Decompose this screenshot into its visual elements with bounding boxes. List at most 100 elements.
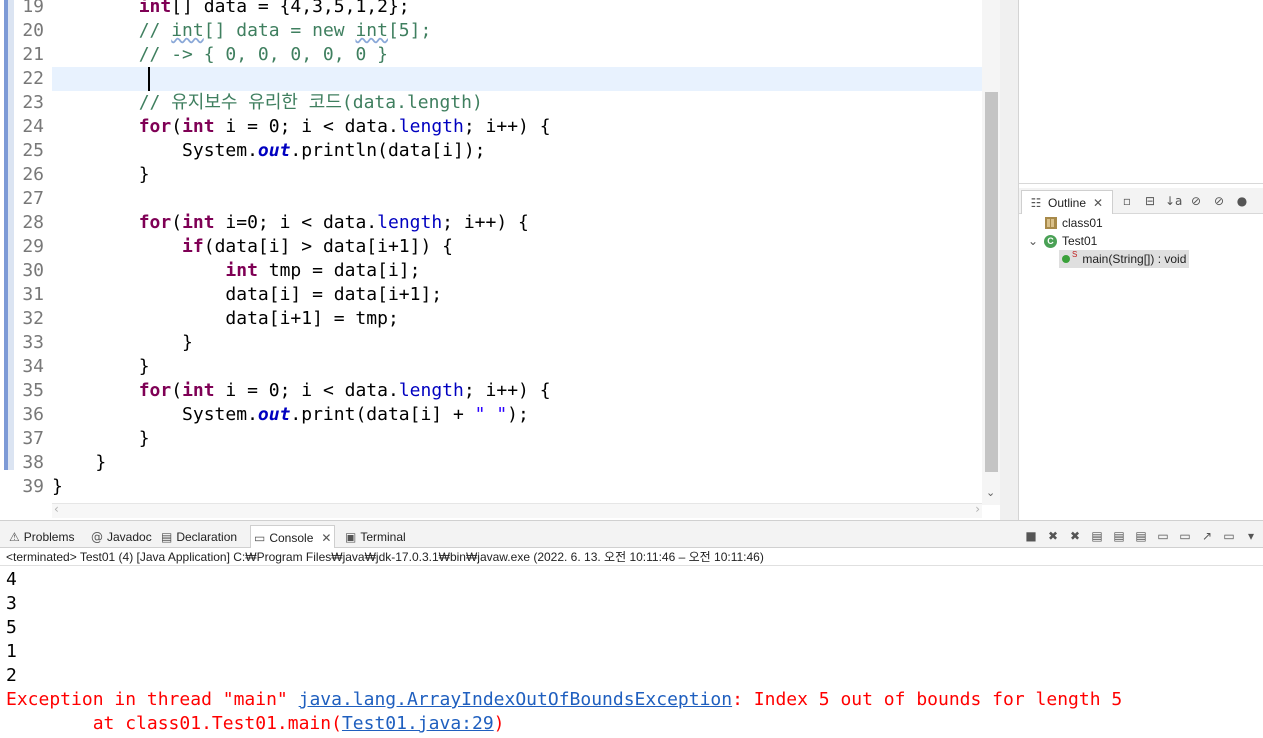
code-line[interactable]: } (52, 355, 982, 379)
line-number: 30 (22, 260, 44, 281)
line-number: 39 (22, 476, 44, 497)
code-line[interactable]: System.out.print(data[i] + " "); (52, 403, 982, 427)
package-icon (1045, 217, 1057, 229)
tab-terminal[interactable]: ▣ Terminal (342, 525, 409, 549)
outline-node-class[interactable]: ⌄ C Test01 (1027, 232, 1097, 250)
outline-node-label: class01 (1062, 216, 1103, 230)
tab-declaration[interactable]: ▤ Declaration (158, 525, 240, 549)
code-line[interactable]: if(data[i] > data[i+1]) { (52, 235, 982, 259)
console-toolbar: ■ ✖ ✖ ▤ ▤ ▤ ▭ ▭ ↗ ▭ ▾ (1023, 528, 1259, 544)
code-line[interactable]: int[] data = {4,3,5,1,2}; (52, 0, 982, 19)
console-toolbar-icon[interactable]: ▭ (1177, 528, 1193, 544)
scroll-down-icon[interactable]: ⌄ (986, 486, 995, 499)
scrollbar-thumb[interactable] (985, 92, 998, 472)
exception-prefix: Exception in thread "main" (6, 689, 299, 710)
code-line[interactable]: int tmp = data[i]; (52, 259, 982, 283)
tab-outline-label: Outline (1048, 195, 1087, 210)
static-modifier-icon: S (1072, 250, 1078, 259)
chevron-down-icon[interactable]: ⌄ (1027, 233, 1039, 249)
console-output-line: 2 (6, 665, 17, 686)
line-number: 21 (22, 44, 44, 65)
exception-line: Exception in thread "main" java.lang.Arr… (6, 688, 1256, 712)
console-toolbar-icon[interactable]: ✖ (1067, 528, 1083, 544)
terminal-icon: ▣ (345, 530, 357, 544)
tab-javadoc[interactable]: @ Javadoc (88, 525, 155, 549)
outline-toolbar-icon[interactable]: ⋮ (1257, 193, 1263, 209)
console-toolbar-icon[interactable]: ■ (1023, 528, 1039, 544)
line-number: 25 (22, 140, 44, 161)
line-number: 28 (22, 212, 44, 233)
exception-message: : Index 5 out of bounds for length 5 (732, 689, 1123, 710)
console-toolbar-icon[interactable]: ▾ (1243, 528, 1259, 544)
code-line[interactable]: data[i+1] = tmp; (52, 307, 982, 331)
stack-frame-close: ) (493, 713, 505, 734)
line-number: 24 (22, 116, 44, 137)
code-line[interactable]: for(int i = 0; i < data.length; i++) { (52, 379, 982, 403)
console-toolbar-icon[interactable]: ▭ (1221, 528, 1237, 544)
outline-toolbar-icon[interactable]: ⊘ (1211, 193, 1227, 209)
line-number: 37 (22, 428, 44, 449)
text-caret (148, 67, 150, 91)
code-line[interactable]: } (52, 331, 982, 355)
tab-console[interactable]: ▭ Console ✕ (250, 525, 336, 549)
code-line[interactable]: } (52, 451, 982, 475)
tab-problems[interactable]: ⚠ Problems (6, 525, 77, 549)
scroll-left-icon[interactable]: ‹ (54, 502, 59, 516)
console-toolbar-icon[interactable]: ✖ (1045, 528, 1061, 544)
code-line[interactable]: System.out.println(data[i]); (52, 139, 982, 163)
editor-vertical-scrollbar[interactable]: ⌄ (982, 0, 1000, 505)
console-status-line: <terminated> Test01 (4) [Java Applicatio… (0, 548, 1263, 566)
console-toolbar-icon[interactable]: ▭ (1155, 528, 1171, 544)
console-toolbar-icon[interactable]: ▤ (1089, 528, 1105, 544)
outline-toolbar-icon[interactable]: ↓a (1165, 193, 1182, 209)
console-toolbar-icon[interactable]: ▤ (1111, 528, 1127, 544)
class-icon: C (1044, 234, 1057, 248)
code-line[interactable] (52, 187, 982, 211)
close-icon[interactable]: ✕ (1090, 195, 1106, 211)
console-output-line: 4 (6, 569, 17, 590)
line-number: 33 (22, 332, 44, 353)
console-toolbar-icon[interactable]: ▤ (1133, 528, 1149, 544)
method-icon (1062, 255, 1070, 263)
scroll-right-icon[interactable]: › (975, 502, 980, 516)
tab-label: Terminal (360, 530, 406, 544)
code-line[interactable]: } (52, 163, 982, 187)
code-editor[interactable]: 19 20 21 22 23 24 25 26 27 28 29 30 31 32 33 34 35 36 37 38… (0, 0, 1000, 518)
outline-toolbar-icon[interactable]: ▫ (1119, 193, 1135, 209)
close-icon[interactable]: ✕ (321, 531, 331, 545)
tab-label: Javadoc (107, 530, 152, 544)
source-location-link[interactable]: Test01.java:29 (342, 713, 494, 734)
code-line[interactable] (52, 67, 982, 91)
line-number: 31 (22, 284, 44, 305)
line-number: 35 (22, 380, 44, 401)
code-line[interactable]: } (52, 475, 982, 499)
outline-node-package[interactable]: class01 (1045, 214, 1103, 232)
javadoc-icon: @ (91, 530, 103, 544)
line-number: 23 (22, 92, 44, 113)
console-toolbar-icon[interactable]: ↗ (1199, 528, 1215, 544)
console-output-line: 5 (6, 617, 17, 638)
code-line[interactable]: // int[] data = new int[5]; (52, 19, 982, 43)
outline-view: ☷ Outline ✕ ▫⊟↓a⊘⊘●⋮ class01 ⌄ C Test01 … (1018, 0, 1263, 520)
line-number: 19 (22, 0, 44, 17)
code-line[interactable]: for(int i=0; i < data.length; i++) { (52, 211, 982, 235)
outline-toolbar-icon[interactable]: ⊘ (1188, 193, 1204, 209)
code-line[interactable]: // -> { 0, 0, 0, 0, 0 } (52, 43, 982, 67)
outline-toolbar-icon[interactable]: ● (1234, 193, 1250, 209)
console-output[interactable]: 4 3 5 1 2 Exception in thread "main" java.lan… (6, 568, 1256, 736)
bottom-tab-bar: ⚠ Problems @ Javadoc ▤ Declaration ▭ Console ✕ ▣ T… (0, 520, 1263, 549)
outline-toolbar: ▫ ⊟ ↓a ⊘ ⊘ ● ⋮ (1119, 193, 1263, 209)
tab-outline[interactable]: ☷ Outline ✕ (1021, 190, 1114, 214)
outline-toolbar-icon[interactable]: ⊟ (1142, 193, 1158, 209)
line-number: 20 (22, 20, 44, 41)
editor-horizontal-scrollbar[interactable]: ‹ › (52, 502, 982, 518)
code-line[interactable]: data[i] = data[i+1]; (52, 283, 982, 307)
outline-tab-bar: ☷ Outline ✕ ▫ ⊟ ↓a ⊘ ⊘ ● ⋮ (1019, 188, 1263, 214)
code-line[interactable]: // 유지보수 유리한 코드(data.length) (52, 91, 982, 115)
line-number: 27 (22, 188, 44, 209)
code-line[interactable]: for(int i = 0; i < data.length; i++) { (52, 115, 982, 139)
outline-node-method[interactable]: S main(String[]) : void (1059, 250, 1190, 268)
code-line[interactable]: } (52, 427, 982, 451)
outline-node-label: main(String[]) : void (1082, 252, 1187, 266)
exception-type-link[interactable]: java.lang.ArrayIndexOutOfBoundsException (299, 689, 732, 710)
